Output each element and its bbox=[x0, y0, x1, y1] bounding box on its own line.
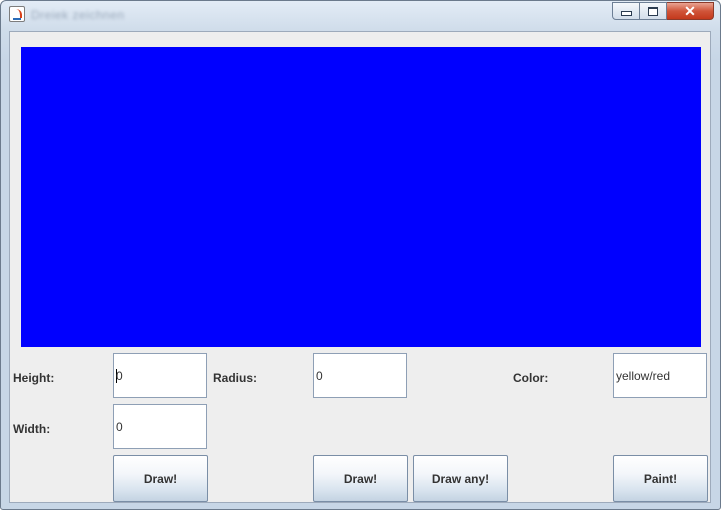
java-app-icon[interactable] bbox=[9, 6, 25, 22]
width-value: 0 bbox=[116, 419, 123, 434]
maximize-button[interactable] bbox=[640, 2, 667, 20]
close-button[interactable]: ✕ bbox=[667, 2, 714, 20]
height-label: Height: bbox=[13, 371, 55, 385]
drawing-canvas[interactable] bbox=[21, 47, 701, 347]
color-label: Color: bbox=[513, 371, 549, 385]
title-bar[interactable]: Dreiek zeichnen ✕ bbox=[1, 1, 720, 29]
draw-circle-button[interactable]: Draw! bbox=[313, 455, 408, 502]
color-field[interactable]: yellow/red bbox=[613, 353, 707, 398]
radius-field[interactable]: 0 bbox=[313, 353, 407, 398]
maximize-icon bbox=[648, 6, 658, 16]
radius-label: Radius: bbox=[213, 371, 258, 385]
paint-button[interactable]: Paint! bbox=[613, 455, 708, 502]
app-window: Dreiek zeichnen ✕ Height: 0 Radius: 0 Co… bbox=[0, 0, 721, 510]
draw-any-button[interactable]: Draw any! bbox=[413, 455, 508, 502]
minimize-button[interactable] bbox=[612, 2, 640, 20]
radius-value: 0 bbox=[316, 368, 323, 383]
minimize-icon bbox=[620, 11, 632, 16]
close-icon: ✕ bbox=[684, 2, 696, 19]
content-pane: Height: 0 Radius: 0 Color: yellow/red Wi… bbox=[9, 31, 711, 503]
color-value: yellow/red bbox=[616, 368, 671, 383]
width-label: Width: bbox=[13, 422, 51, 436]
height-field[interactable]: 0 bbox=[113, 353, 207, 398]
window-controls: ✕ bbox=[612, 2, 714, 22]
height-value: 0 bbox=[116, 368, 123, 383]
window-title: Dreiek zeichnen bbox=[31, 8, 125, 22]
width-field[interactable]: 0 bbox=[113, 404, 207, 449]
draw-rectangle-button[interactable]: Draw! bbox=[113, 455, 208, 502]
